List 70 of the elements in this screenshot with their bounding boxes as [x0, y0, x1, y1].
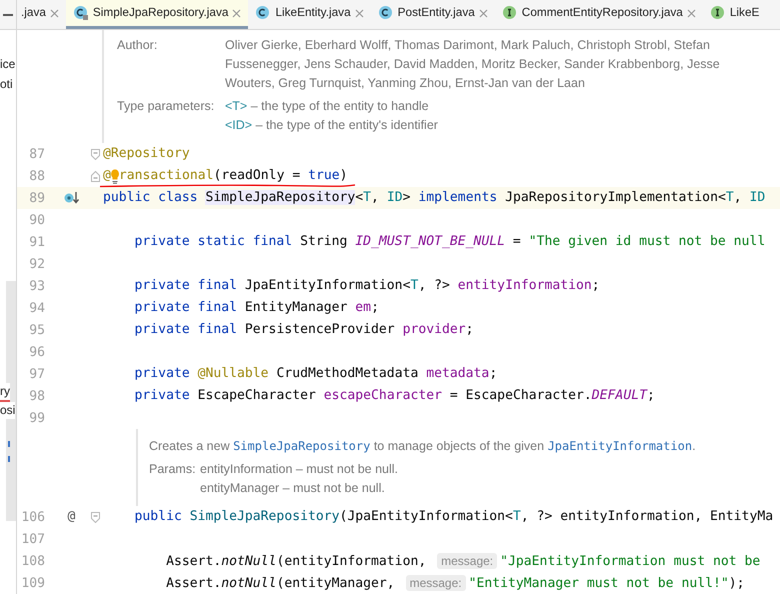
code-line: Assert.notNull(entityInformation, message: "JpaEntityInformation must not be: [165, 552, 760, 570]
fold-icon[interactable]: [91, 512, 100, 522]
line-number: 94: [29, 301, 45, 316]
line-number: 87: [29, 147, 45, 162]
panel-item[interactable]: oti: [0, 74, 13, 94]
line-number: 90: [29, 213, 45, 228]
line-number: 88: [29, 169, 45, 184]
line-number: 91: [29, 235, 45, 250]
line-number: 106: [21, 510, 45, 525]
param-description: entityManager – must not be null.: [200, 480, 386, 497]
fold-icon[interactable]: [91, 148, 100, 160]
close-icon[interactable]: [686, 8, 696, 18]
close-icon[interactable]: [232, 8, 242, 18]
class-icon: [378, 5, 394, 21]
line-number: 89: [29, 191, 45, 206]
interface-icon: [710, 5, 726, 21]
code-line: private final EntityManager em;: [134, 299, 379, 317]
code-line: @Repository: [103, 145, 190, 163]
panel-item[interactable]: ry: [0, 383, 10, 402]
tick-mark: [8, 456, 10, 462]
code-line: Assert.notNull(entityManager, message: "EntityManager must not be null!");: [165, 574, 745, 592]
close-icon[interactable]: [50, 8, 59, 18]
class-icon: [72, 5, 89, 21]
type-parameters-label: Type parameters:: [117, 98, 216, 115]
params-label: Params:: [149, 461, 197, 478]
fold-icon[interactable]: [91, 170, 100, 182]
panel-item[interactable]: ice: [0, 54, 16, 74]
code-line: private @Nullable CrudMethodMetadata metadata;: [134, 365, 498, 383]
type-parameter-description: <ID> – the type of the entity's identifier: [225, 117, 438, 134]
line-number: 92: [29, 257, 45, 272]
code-line: public SimpleJpaRepository(JpaEntityInformation<T, ?> entityInformation, EntityMa: [134, 508, 774, 526]
author-label: Author:: [117, 37, 158, 54]
editor-tab[interactable]: LikeEntity.java: [248, 0, 371, 29]
editor-tab[interactable]: PostEntity.java: [370, 0, 495, 29]
line-number: 96: [29, 345, 45, 360]
line-number: 107: [21, 532, 45, 547]
minimize-icon[interactable]: [3, 14, 13, 16]
doc-summary: Creates a new SimpleJpaRepository to manage objects of the given JpaEntityInformation.: [149, 438, 697, 455]
editor-tab[interactable]: .java: [17, 0, 66, 29]
panel-item[interactable]: osi: [0, 402, 16, 419]
lightbulb-icon[interactable]: [110, 168, 119, 184]
editor-tab[interactable]: CommentEntityRepository.java: [494, 0, 703, 29]
param-description: entityInformation – must not be null.: [200, 461, 398, 478]
code-line: private final JpaEntityInformation<T, ?> entityInformation;: [134, 277, 600, 295]
line-number: 108: [21, 554, 45, 569]
line-number: 99: [29, 411, 45, 426]
line-number: 95: [29, 323, 45, 338]
author-names: Wouters, Greg Turnquist, Yanming Zhou, Ernst-Jan van der Laan: [225, 75, 586, 92]
line-number: 93: [29, 279, 45, 294]
type-parameter-description: <T> – the type of the entity to handle: [225, 98, 430, 115]
editor-tab[interactable]: LikeE: [702, 0, 766, 29]
author-names: Fussenegger, Jens Schauder, David Madden, Moritz Becker, Sander Krabbenborg, Jesse: [225, 56, 720, 73]
code-line: private final PersistenceProvider provider;: [134, 321, 474, 339]
line-number: 109: [21, 576, 45, 591]
code-line: private EscapeCharacter escapeCharacter = EscapeCharacter.DEFAULT;: [134, 387, 655, 405]
annotation-gutter-mark[interactable]: @: [68, 507, 76, 527]
tick-mark: [8, 441, 10, 447]
close-icon[interactable]: [478, 8, 488, 18]
line-number: 97: [29, 367, 45, 382]
editor-tab[interactable]: SimpleJpaRepository.java: [66, 0, 248, 29]
code-line: @: [103, 167, 111, 185]
author-names: Oliver Gierke, Eberhard Wolff, Thomas Darimont, Mark Paluch, Christoph Strobl, Stefan: [225, 37, 711, 54]
line-number: 98: [29, 389, 45, 404]
code-line: ransactional(readOnly = true): [118, 167, 348, 185]
implemented-icon[interactable]: [64, 191, 80, 205]
code-line: public class SimpleJpaRepository<T, ID> implements JpaRepositoryImplementation<T, ID: [103, 189, 766, 207]
class-icon: [255, 5, 272, 21]
close-icon[interactable]: [354, 8, 364, 18]
code-line: private static final String ID_MUST_NOT_BE_NULL = "The given id must not be null: [134, 233, 766, 251]
interface-icon: [502, 5, 518, 21]
